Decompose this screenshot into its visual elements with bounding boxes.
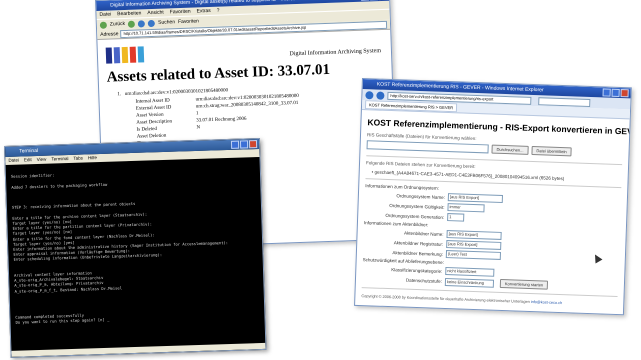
back-icon[interactable] — [365, 90, 374, 99]
address-label: Adresse — [100, 30, 119, 38]
back-button[interactable]: Zurück — [110, 21, 125, 28]
file-input[interactable] — [366, 140, 489, 154]
aktenbildner-registratur-input[interactable]: [aus RIS Export] — [446, 240, 502, 250]
window-title: Terminal — [19, 147, 39, 155]
field-label: Aktenbildner Registratur: — [393, 239, 444, 247]
ie-window-kost: KOST Referenzimplementierung RIS - GEVER… — [354, 78, 632, 316]
asset-number: 1 — [117, 92, 120, 98]
minimize-icon[interactable] — [602, 88, 611, 97]
aktenbildner-name-input[interactable]: [aus RIS Export] — [446, 230, 502, 240]
menu-item[interactable]: Hilfe — [88, 154, 97, 162]
minimize-icon[interactable] — [230, 140, 240, 149]
terminal-statusbar — [11, 342, 266, 357]
refresh-icon[interactable] — [138, 19, 146, 28]
menu-item[interactable]: Tabs — [73, 155, 83, 163]
close-icon[interactable] — [248, 140, 258, 149]
field-label: Aktenbildner Bemerkung: — [392, 249, 443, 257]
menu-item[interactable]: Terminal — [51, 155, 68, 164]
ordnungssystem-name-input[interactable]: [aus RIS Export] — [447, 193, 504, 203]
field-label: Aktenbildner Name: — [404, 230, 444, 237]
klassifizierung-select[interactable]: nicht klassifiziert — [445, 267, 495, 277]
menu-item[interactable]: Favoriten — [170, 8, 191, 17]
logo-bar-2 — [113, 47, 121, 64]
datenschutz-select[interactable]: keine Einschränkung — [444, 277, 495, 288]
field-label: Datenschutzstufe: — [405, 277, 443, 284]
minimize-icon[interactable] — [360, 0, 370, 1]
terminal-output[interactable]: Session identifier: Added 7 dossiers to … — [6, 157, 265, 329]
aktenbildner-bemerkung-input[interactable]: (Leer) Test — [445, 250, 502, 260]
menu-item[interactable]: View — [37, 156, 47, 164]
generation-select[interactable]: 1 — [447, 213, 465, 222]
home-icon[interactable] — [147, 19, 156, 27]
upload-button[interactable]: Datei übermitteln — [531, 145, 572, 157]
page-content: Digital Information Archiving System Ass… — [97, 30, 394, 155]
field-label: Ordnungssystem Gültigkeit: — [389, 202, 445, 210]
maximize-icon[interactable] — [611, 88, 620, 97]
footer-email-link[interactable]: info@kost-ceco.ch — [531, 300, 562, 305]
menu-item[interactable]: Edit — [24, 156, 32, 164]
menu-item[interactable]: Bearbeiten — [117, 9, 141, 18]
menu-item[interactable]: Datei — [99, 10, 111, 18]
gueltigkeit-select[interactable]: immer — [447, 203, 485, 213]
logo-bar-1 — [105, 47, 113, 64]
forward-icon[interactable] — [376, 91, 385, 100]
search-input[interactable] — [538, 96, 591, 107]
file-size: (6526 bytes) — [539, 175, 565, 182]
menu-item[interactable]: ? — [217, 7, 220, 15]
maximize-icon[interactable] — [239, 140, 249, 149]
field-value: N — [196, 125, 201, 131]
menu-item[interactable]: Ansicht — [147, 9, 164, 18]
logo-bar-4 — [129, 46, 137, 63]
footer: Copyright © 2006-2008 by Koordinationsst… — [361, 294, 617, 307]
field-label: Ordnungssystem Generation: — [385, 212, 445, 220]
terminal-window: Terminal Datei Edit View Terminal Tabs H… — [4, 137, 267, 358]
favorites-button[interactable]: Favoriten — [178, 18, 199, 25]
back-icon[interactable] — [99, 21, 107, 29]
forward-icon[interactable] — [128, 20, 136, 28]
field-label: Klassifizierungskategorie: — [391, 266, 443, 274]
convert-button[interactable]: Konvertierung starten — [499, 278, 549, 290]
browse-button[interactable]: Durchsuchen... — [491, 144, 529, 155]
menu-item[interactable]: Datei — [8, 157, 19, 165]
close-icon[interactable] — [620, 89, 629, 98]
logo-bar-3 — [121, 46, 129, 64]
footer-text: Copyright © 2006-2008 by Koordinationsst… — [361, 294, 530, 304]
logo-bar-5 — [137, 46, 145, 63]
page-title: Assets related to Asset ID: 33.07.01 — [106, 61, 331, 86]
field-label: Ordnungssystem Name: — [396, 192, 445, 200]
menu-item[interactable]: Extras — [196, 7, 210, 15]
page-content: KOST Referenzimplementierung - RIS-Expor… — [355, 110, 632, 311]
search-button[interactable]: Suchen — [158, 19, 175, 26]
